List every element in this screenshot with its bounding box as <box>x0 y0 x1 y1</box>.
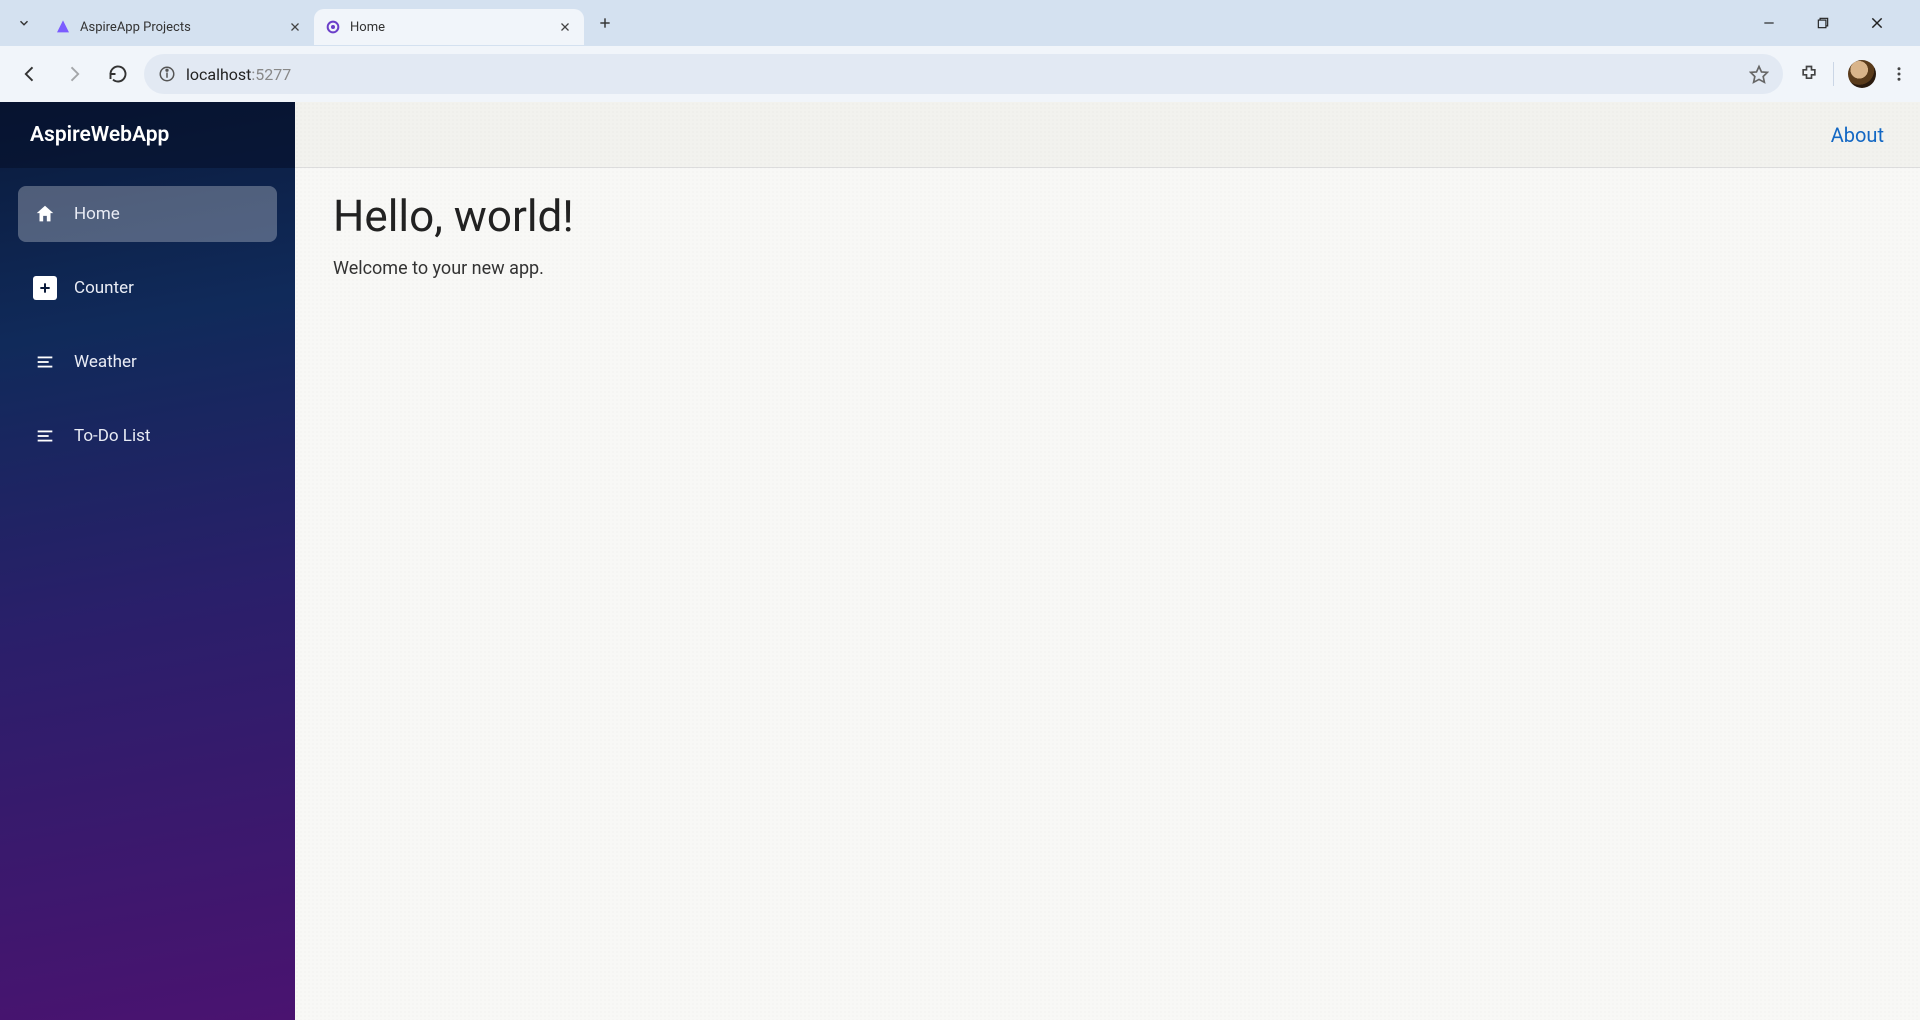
list-icon <box>32 349 58 375</box>
tab-title: AspireApp Projects <box>80 20 278 35</box>
reload-button[interactable] <box>100 56 136 92</box>
about-link[interactable]: About <box>1831 123 1884 147</box>
sidebar-item-label: Home <box>74 204 120 224</box>
tab-home[interactable]: Home <box>314 9 584 45</box>
browser-chrome: AspireApp Projects Home <box>0 0 1920 102</box>
content-area: About Hello, world! Welcome to your new … <box>295 102 1920 1020</box>
page-body: Hello, world! Welcome to your new app. <box>295 168 1920 301</box>
url-port: :5277 <box>251 65 291 84</box>
list-icon <box>32 423 58 449</box>
separator <box>1833 62 1834 86</box>
tab-aspireapp-projects[interactable]: AspireApp Projects <box>44 9 314 45</box>
plus-icon <box>32 275 58 301</box>
close-window-button[interactable] <box>1862 8 1892 38</box>
url-host: localhost <box>186 65 251 84</box>
toolbar-right <box>1791 60 1908 88</box>
close-icon[interactable] <box>556 18 574 36</box>
sidebar-item-label: Counter <box>74 278 134 298</box>
topbar: About <box>295 102 1920 168</box>
profile-avatar[interactable] <box>1848 60 1876 88</box>
app-viewport: AspireWebApp Home Counter <box>0 102 1920 1020</box>
minimize-button[interactable] <box>1754 8 1784 38</box>
address-bar-row: localhost:5277 <box>0 46 1920 102</box>
home-icon <box>32 201 58 227</box>
sidebar-item-weather[interactable]: Weather <box>18 334 277 390</box>
sidebar-item-todo[interactable]: To-Do List <box>18 408 277 464</box>
new-tab-button[interactable] <box>590 8 620 38</box>
aspire-icon <box>54 18 72 36</box>
site-info-icon[interactable] <box>158 65 176 83</box>
tab-bar: AspireApp Projects Home <box>0 0 1920 46</box>
address-bar[interactable]: localhost:5277 <box>144 54 1783 94</box>
sidebar: AspireWebApp Home Counter <box>0 102 295 1020</box>
blazor-icon <box>324 18 342 36</box>
tab-title: Home <box>350 20 548 35</box>
close-icon[interactable] <box>286 18 304 36</box>
brand-label: AspireWebApp <box>30 123 169 147</box>
page-heading: Hello, world! <box>333 190 1882 242</box>
forward-button[interactable] <box>56 56 92 92</box>
app-brand[interactable]: AspireWebApp <box>0 102 295 168</box>
maximize-button[interactable] <box>1808 8 1838 38</box>
url-text: localhost:5277 <box>186 65 291 84</box>
sidebar-nav: Home Counter Weather To <box>0 168 295 482</box>
page-subtext: Welcome to your new app. <box>333 258 1882 279</box>
tab-search-dropdown[interactable] <box>8 7 40 39</box>
sidebar-item-home[interactable]: Home <box>18 186 277 242</box>
bookmark-star-icon[interactable] <box>1749 64 1769 84</box>
sidebar-item-label: Weather <box>74 352 137 372</box>
window-controls <box>1754 8 1912 38</box>
extensions-icon[interactable] <box>1799 64 1819 84</box>
kebab-menu-icon[interactable] <box>1890 65 1908 83</box>
sidebar-item-counter[interactable]: Counter <box>18 260 277 316</box>
back-button[interactable] <box>12 56 48 92</box>
sidebar-item-label: To-Do List <box>74 426 150 446</box>
